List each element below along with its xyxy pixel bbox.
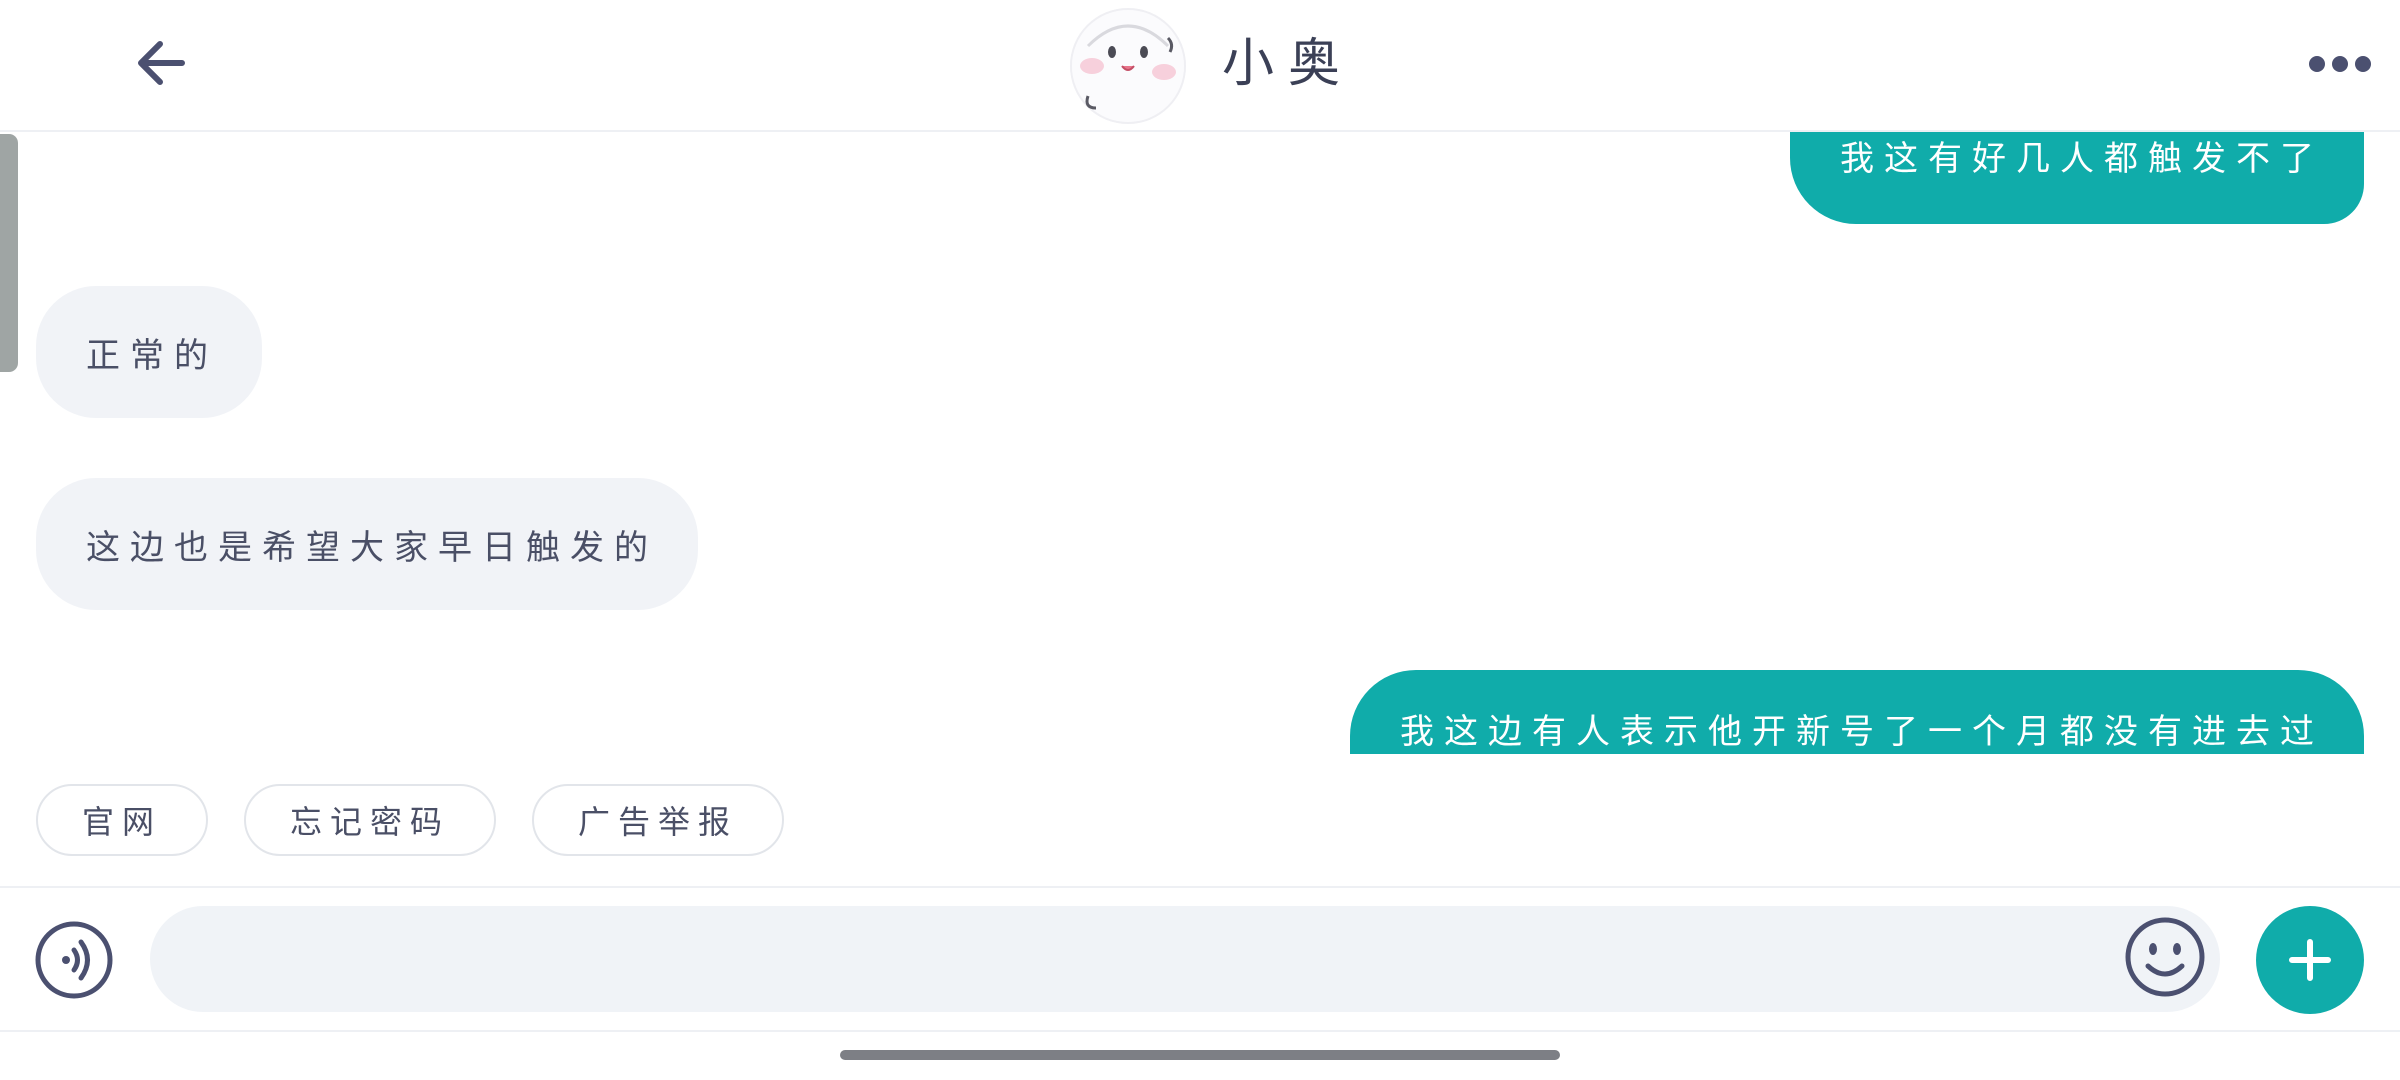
emoji-smile-icon (2125, 917, 2205, 997)
message-input[interactable] (150, 906, 2220, 1012)
input-bar (0, 886, 2400, 1032)
message-bubble-incoming[interactable]: 正常的 (36, 286, 262, 418)
more-horizontal-icon (2309, 56, 2371, 72)
avatar[interactable] (1070, 8, 1186, 124)
message-text: 正常的 (86, 335, 218, 376)
message-list[interactable]: 我这有好几人都触发不了 正常的 这边也是希望大家早日触发的 我这边有人表示他开新… (0, 132, 2400, 754)
message-text: 我这有好几人都触发不了 (1840, 139, 2324, 179)
message-bubble-incoming[interactable]: 这边也是希望大家早日触发的 (36, 478, 698, 610)
quick-reply-forgot-password[interactable]: 忘记密码 (244, 784, 497, 856)
quick-reply-official-site[interactable]: 官网 (36, 784, 209, 856)
scrollbar-thumb[interactable] (0, 134, 18, 372)
more-actions-button[interactable] (2256, 906, 2364, 1014)
message-bubble-outgoing[interactable]: 我这边有人表示他开新号了一个月都没有进去过 (1350, 670, 2364, 754)
arrow-left-icon (138, 41, 185, 85)
more-options-button[interactable] (2300, 44, 2380, 84)
emoji-button[interactable] (2124, 916, 2206, 998)
quick-reply-bar: 官网 忘记密码 广告举报 (36, 784, 785, 856)
voice-input-button[interactable] (34, 920, 114, 1000)
message-text: 这边也是希望大家早日触发的 (86, 527, 658, 568)
chat-header: 小奥 (0, 0, 2400, 132)
voice-input-icon (35, 921, 113, 999)
plus-icon (2289, 939, 2331, 981)
back-button[interactable] (130, 32, 192, 94)
home-indicator[interactable] (840, 1050, 1560, 1060)
cute-face-avatar-icon (1072, 10, 1184, 122)
quick-reply-ad-report[interactable]: 广告举报 (532, 784, 785, 856)
message-bubble-outgoing[interactable]: 我这有好几人都触发不了 (1790, 132, 2364, 224)
message-text: 我这边有人表示他开新号了一个月都没有进去过 (1400, 712, 2324, 752)
chat-title: 小奥 (1222, 34, 1355, 94)
